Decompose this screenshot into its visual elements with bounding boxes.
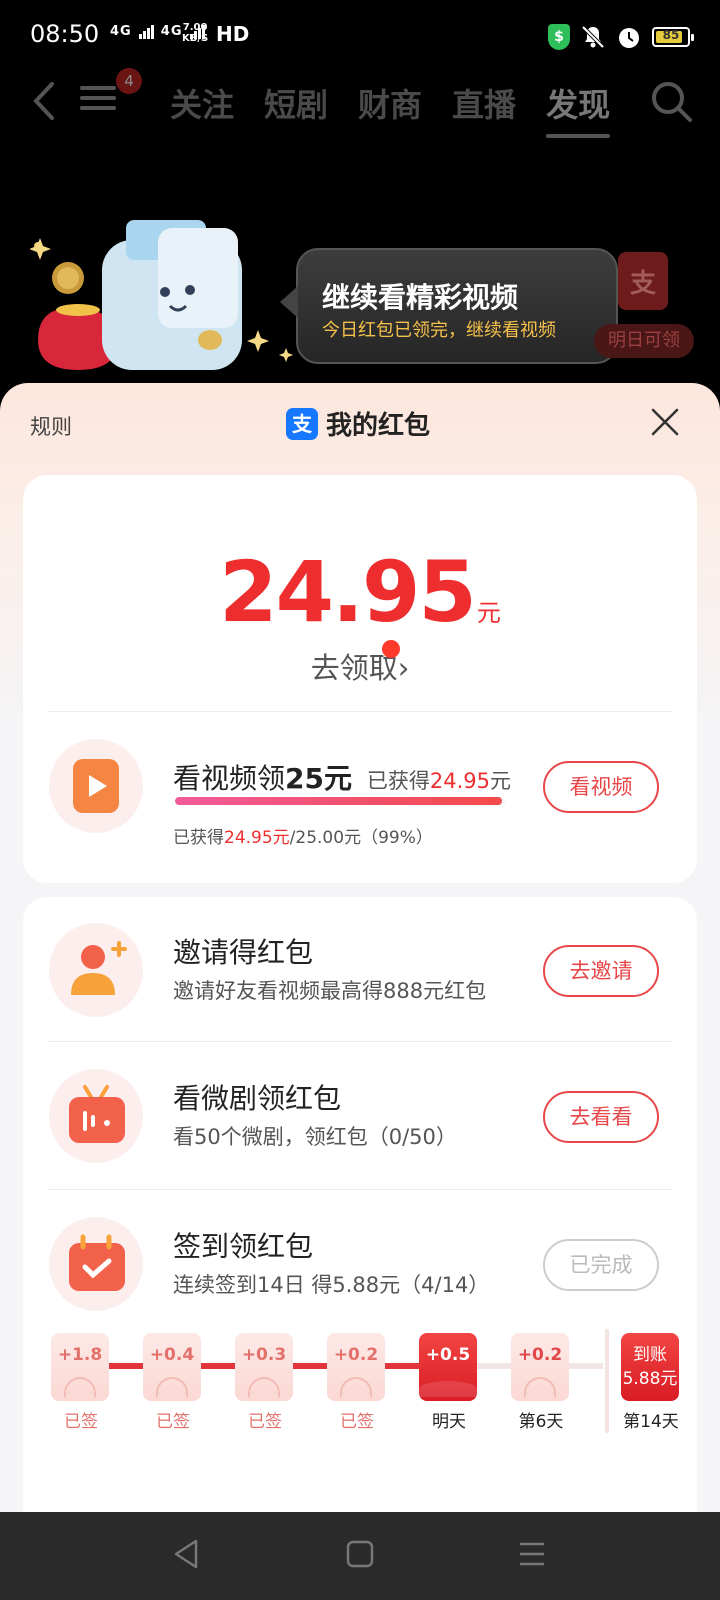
- network-type-2: 4G: [160, 24, 183, 39]
- system-nav-bar: [0, 1512, 720, 1600]
- drama-task-title: 看微剧领红包: [173, 1082, 342, 1115]
- network-type-1: 4G: [110, 24, 132, 39]
- tab-short-drama[interactable]: 短剧: [264, 80, 328, 126]
- menu-icon[interactable]: [80, 80, 120, 120]
- divider: [47, 1041, 673, 1042]
- play-icon: [73, 759, 119, 813]
- signin-day: +1.8 已签: [51, 1333, 111, 1432]
- signin-task-title: 签到领红包: [173, 1230, 314, 1263]
- alarm-icon: [619, 28, 639, 48]
- video-task-icon-wrap: [49, 739, 143, 833]
- alipay-icon: 支: [286, 407, 318, 440]
- tasks-card: 邀请得红包 邀请好友看视频最高得888元红包 去邀请 看微剧领红包 看50个微剧…: [23, 897, 697, 1513]
- tab-discover[interactable]: 发现: [546, 80, 611, 138]
- search-icon[interactable]: [648, 78, 694, 124]
- signin-day: +0.2 第6天: [511, 1333, 571, 1432]
- divider: [47, 711, 673, 712]
- back-icon[interactable]: [20, 76, 70, 126]
- tab-bar: 关注 短剧 财商 直播 发现: [170, 80, 611, 138]
- signin-day: +0.4 已签: [143, 1333, 203, 1432]
- claim-link[interactable]: 去领取›: [23, 640, 697, 687]
- sheet-title: 支 我的红包: [286, 405, 430, 442]
- close-icon[interactable]: [650, 407, 680, 437]
- signin-done-button[interactable]: 已完成: [543, 1239, 659, 1291]
- notification-dot: [381, 640, 400, 658]
- signin-day: +0.2 已签: [327, 1333, 387, 1432]
- net-speed: 7.00 KB/S: [182, 22, 209, 44]
- signin-day: +0.3 已签: [235, 1333, 295, 1432]
- divider: [47, 1189, 673, 1190]
- status-icons: $ 85: [548, 22, 694, 52]
- balance-value: 24.95: [219, 543, 477, 641]
- tip-bubble: 继续看精彩视频 今日红包已领完，继续看视频: [280, 248, 618, 364]
- battery-icon: 85: [652, 27, 694, 47]
- next-day-label: 明日可领: [594, 324, 694, 358]
- signin-day-final: 到账 5.88元 第14天: [621, 1333, 681, 1432]
- watch-drama-button[interactable]: 去看看: [543, 1091, 659, 1143]
- top-nav: 4 关注 短剧 财商 直播 发现: [0, 68, 720, 138]
- nav-home-icon[interactable]: [344, 1538, 376, 1570]
- tip-title: 继续看精彩视频: [322, 281, 519, 314]
- nav-recents-icon[interactable]: [516, 1538, 548, 1570]
- calendar-icon: [69, 1234, 125, 1291]
- watch-video-button[interactable]: 看视频: [543, 761, 659, 813]
- hd-indicator: HD: [216, 22, 250, 46]
- sheet-title-text: 我的红包: [326, 411, 431, 441]
- signin-progress-row: +1.8 已签 +0.4 已签 +0.3 已签 +0.2 已签 +0.5 明天 +0.2 第…: [51, 1329, 691, 1443]
- signin-separator: [605, 1329, 609, 1433]
- nav-back-icon[interactable]: [172, 1538, 200, 1570]
- drama-task-subtitle: 看50个微剧，领红包（0/50）: [173, 1125, 457, 1149]
- balance-unit: 元: [476, 599, 501, 627]
- banner: 继续看精彩视频 今日红包已领完，继续看视频 支 明日可领: [0, 200, 720, 390]
- chevron-right-icon: ›: [397, 651, 410, 685]
- status-bar: 08:50 4G 4G 7.00 KB/S HD $ 85: [0, 0, 720, 72]
- signin-task-subtitle: 连续签到14日 得5.88元（4/14）: [173, 1273, 490, 1297]
- tip-subtitle: 今日红包已领完，继续看视频: [322, 320, 556, 341]
- drama-icon-wrap: [49, 1069, 143, 1163]
- tab-follow[interactable]: 关注: [170, 80, 234, 126]
- invite-icon-wrap: [49, 923, 143, 1017]
- invite-button[interactable]: 去邀请: [543, 945, 659, 997]
- red-envelope-icon[interactable]: 支: [618, 252, 668, 310]
- balance-card: 24.95元 去领取› 看视频领25元 已获得24.95元 已获得24.95元/…: [23, 475, 697, 883]
- tv-icon: [69, 1085, 125, 1143]
- video-task-title: 看视频领25元 已获得24.95元: [173, 762, 512, 795]
- add-user-icon: [71, 941, 127, 995]
- tab-finance[interactable]: 财商: [358, 80, 422, 126]
- mascot-illustration: [30, 220, 293, 370]
- signal-icon: [139, 24, 155, 39]
- rules-link[interactable]: 规则: [30, 411, 72, 441]
- status-time: 08:50: [30, 20, 100, 48]
- balance-amount: 24.95元: [23, 543, 697, 641]
- video-progress-text: 已获得24.95元/25.00元（99%）: [173, 828, 433, 848]
- invite-task-subtitle: 邀请好友看视频最高得888元红包: [173, 979, 487, 1003]
- invite-task-title: 邀请得红包: [173, 936, 314, 969]
- menu-badge: 4: [116, 68, 142, 94]
- shield-icon: $: [548, 24, 570, 50]
- signin-day-tomorrow: +0.5 明天: [419, 1333, 479, 1432]
- video-progress-bar: [175, 797, 505, 805]
- tab-live[interactable]: 直播: [452, 80, 516, 126]
- signin-icon-wrap: [49, 1217, 143, 1311]
- red-envelope-sheet: 规则 支 我的红包 24.95元 去领取› 看视频领25元 已获得24.95元 …: [0, 383, 720, 1513]
- mute-icon: [581, 25, 605, 49]
